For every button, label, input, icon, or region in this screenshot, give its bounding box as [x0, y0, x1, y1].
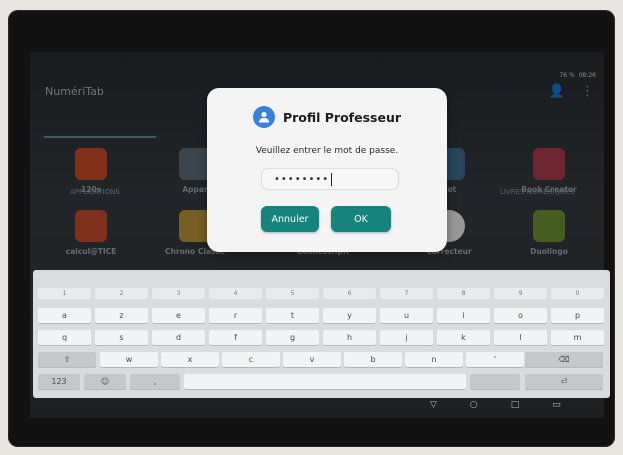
letter-key[interactable]: m: [551, 330, 604, 345]
letter-key[interactable]: t: [266, 308, 319, 323]
period-key[interactable]: [470, 374, 520, 389]
letter-key[interactable]: e: [152, 308, 205, 323]
letter-key[interactable]: d: [152, 330, 205, 345]
numbers-mode-key[interactable]: 123: [38, 374, 80, 389]
dialog-message: Veuillez entrer le mot de passe.: [255, 146, 399, 156]
number-key[interactable]: 8: [437, 288, 490, 299]
ok-button[interactable]: OK: [331, 206, 391, 232]
recents-icon[interactable]: □: [511, 400, 520, 410]
number-key[interactable]: 0: [551, 288, 604, 299]
letter-key[interactable]: x: [161, 352, 219, 367]
letter-key[interactable]: ': [466, 352, 524, 367]
letter-key[interactable]: y: [323, 308, 376, 323]
number-key[interactable]: 5: [266, 288, 319, 299]
back-icon[interactable]: ▽: [430, 400, 437, 410]
letter-key[interactable]: s: [95, 330, 148, 345]
password-mask: ••••••••: [274, 173, 330, 185]
space-key[interactable]: [184, 374, 466, 389]
letter-key[interactable]: o: [494, 308, 547, 323]
number-key[interactable]: 7: [380, 288, 433, 299]
navigation-bar: ▽ ○ □ ▭: [430, 400, 561, 410]
comma-key[interactable]: ,: [130, 374, 180, 389]
keyboard-hide-icon[interactable]: ▭: [552, 400, 561, 410]
letter-key[interactable]: q: [38, 330, 91, 345]
emoji-key[interactable]: ☺: [84, 374, 126, 389]
teacher-profile-icon: [252, 106, 275, 128]
number-key[interactable]: 1: [38, 288, 91, 299]
text-cursor: [331, 172, 333, 186]
letter-key[interactable]: b: [344, 352, 402, 367]
letter-key[interactable]: w: [100, 352, 158, 367]
number-key[interactable]: 4: [209, 288, 262, 299]
letter-key[interactable]: l: [494, 330, 547, 345]
letter-key[interactable]: c: [222, 352, 280, 367]
letter-key[interactable]: g: [266, 330, 319, 345]
letter-key[interactable]: i: [437, 308, 490, 323]
number-key[interactable]: 3: [152, 288, 205, 299]
letter-key[interactable]: r: [209, 308, 262, 323]
letter-key[interactable]: v: [283, 352, 341, 367]
backspace-key[interactable]: ⌫: [525, 352, 603, 367]
letter-key[interactable]: u: [380, 308, 433, 323]
on-screen-keyboard: 1234567890 azertyuiop qsdfghjklm ⇧ wxcvb…: [33, 270, 610, 398]
home-icon[interactable]: ○: [470, 400, 478, 410]
number-key[interactable]: 2: [95, 288, 148, 299]
letter-key[interactable]: j: [380, 330, 433, 345]
number-key[interactable]: 9: [494, 288, 547, 299]
number-key[interactable]: 6: [323, 288, 376, 299]
letter-key[interactable]: a: [38, 308, 91, 323]
letter-key[interactable]: h: [323, 330, 376, 345]
letter-key[interactable]: p: [551, 308, 604, 323]
letter-key[interactable]: f: [209, 330, 262, 345]
password-field[interactable]: ••••••••: [261, 168, 399, 190]
dialog-title: Profil Professeur: [282, 109, 402, 125]
letter-key[interactable]: n: [405, 352, 463, 367]
enter-key[interactable]: ⏎: [525, 374, 603, 389]
letter-key[interactable]: z: [95, 308, 148, 323]
shift-key[interactable]: ⇧: [38, 352, 96, 367]
password-dialog: Profil Professeur Veuillez entrer le mot…: [207, 88, 447, 252]
cancel-button[interactable]: Annuler: [261, 206, 319, 232]
letter-key[interactable]: k: [437, 330, 490, 345]
dialog-header: Profil Professeur: [207, 106, 447, 128]
